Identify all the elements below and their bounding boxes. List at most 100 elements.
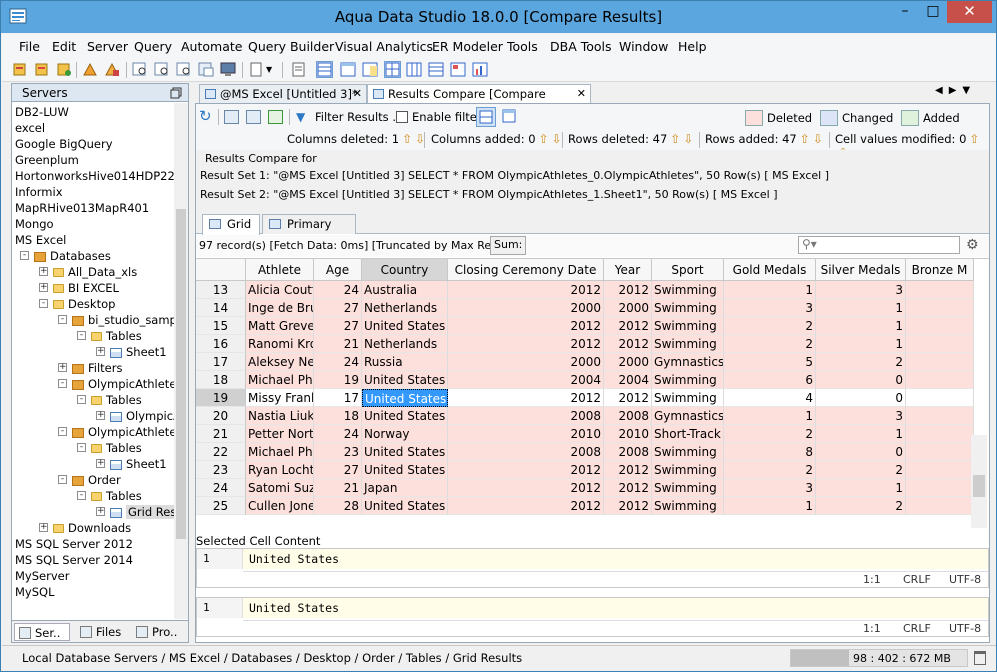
layout-detail-icon[interactable] [450, 61, 467, 78]
layout-horizontal-icon[interactable] [476, 107, 496, 127]
column-header[interactable]: Silver Medals [816, 259, 906, 281]
filter-icon[interactable]: ▼ [296, 110, 305, 124]
tree-scrollbar-thumb[interactable] [176, 209, 186, 539]
sum-button[interactable]: Sum: [490, 236, 527, 255]
cell-country[interactable]: Japan [362, 479, 448, 497]
cell-age[interactable]: 23 [314, 443, 362, 461]
cell-date[interactable]: 2000 [448, 299, 604, 317]
cell-silver[interactable]: 1 [816, 425, 906, 443]
cell-content-editor-2[interactable]: 1 United States 1:1 CRLF UTF-8 [196, 597, 989, 637]
cell-date[interactable]: 2012 [448, 389, 604, 407]
expand-icon[interactable]: + [39, 523, 48, 532]
close-button[interactable]: ✕ [947, 1, 992, 23]
script-icon[interactable] [290, 61, 307, 78]
tab-left-icon[interactable]: ◀ [935, 85, 949, 96]
arrow-down-icon[interactable]: ⇩ [552, 132, 562, 146]
cell-sport[interactable]: Swimming [652, 461, 724, 479]
cell-year[interactable]: 2012 [604, 389, 652, 407]
cell-bronze[interactable] [906, 497, 974, 515]
menu-er-modeler[interactable]: ER Modeler [432, 39, 503, 54]
cell-age[interactable]: 27 [314, 461, 362, 479]
minimize-button[interactable]: – [891, 1, 919, 23]
cell-bronze[interactable] [906, 371, 974, 389]
cell-gold[interactable]: 8 [724, 443, 816, 461]
cell-date[interactable]: 2004 [448, 371, 604, 389]
cell-year[interactable]: 2004 [604, 371, 652, 389]
menu-query-builder[interactable]: Query Builder [248, 39, 334, 54]
column-header[interactable]: Age [314, 259, 362, 281]
close-tab-icon[interactable]: ✕ [577, 85, 586, 103]
new-document-icon[interactable] [248, 61, 265, 78]
arrow-up-icon[interactable]: ⇧ [539, 132, 549, 146]
cell-gold[interactable]: 4 [724, 389, 816, 407]
cell-country[interactable]: United States [362, 497, 448, 515]
cell-silver[interactable]: 2 [816, 461, 906, 479]
new-server-icon[interactable] [12, 61, 29, 78]
cell-sport[interactable]: Swimming [652, 443, 724, 461]
cell-age[interactable]: 19 [314, 371, 362, 389]
tab-servers[interactable]: Ser.. [14, 623, 70, 641]
arrow-down-icon[interactable]: ⇩ [813, 132, 823, 146]
layout-columns-icon[interactable] [406, 61, 423, 78]
cell-bronze[interactable] [906, 407, 974, 425]
column-header[interactable]: Year [604, 259, 652, 281]
restore-panel-icon[interactable] [170, 87, 182, 99]
search-results-icon[interactable] [246, 110, 261, 124]
collapse-icon[interactable]: - [58, 315, 67, 324]
menu-query[interactable]: Query [134, 39, 172, 54]
cell-date[interactable]: 2012 [448, 497, 604, 515]
cell-sport[interactable]: Short-Track S [652, 425, 724, 443]
cell-age[interactable]: 21 [314, 479, 362, 497]
cell-bronze[interactable] [906, 425, 974, 443]
cell-date[interactable]: 2012 [448, 335, 604, 353]
collapse-icon[interactable]: - [77, 443, 86, 452]
arrow-down-icon[interactable]: ⇩ [683, 132, 693, 146]
tab-grid[interactable]: Grid [202, 214, 260, 235]
cell-gold[interactable]: 3 [724, 299, 816, 317]
cell-sport[interactable]: Swimming [652, 497, 724, 515]
cell-country[interactable]: Norway [362, 425, 448, 443]
cell-silver[interactable]: 2 [816, 497, 906, 515]
cell-silver[interactable]: 0 [816, 389, 906, 407]
cell-bronze[interactable] [906, 317, 974, 335]
maximize-button[interactable]: □ [919, 1, 947, 23]
cell-year[interactable]: 2012 [604, 281, 652, 299]
query-tool-icon[interactable] [82, 61, 99, 78]
arrow-up-icon[interactable]: ⇧ [800, 132, 810, 146]
collapse-icon[interactable]: - [58, 475, 67, 484]
grid-vertical-scrollbar[interactable] [971, 435, 987, 528]
collapse-icon[interactable]: - [77, 395, 86, 404]
cell-age[interactable]: 24 [314, 281, 362, 299]
cell-country[interactable]: United States [362, 407, 448, 425]
cell-year[interactable]: 2012 [604, 335, 652, 353]
cell-athlete[interactable]: Cullen Jones [246, 497, 314, 515]
cell-bronze[interactable] [906, 353, 974, 371]
cell-athlete[interactable]: Matt Grevers [246, 317, 314, 335]
cell-silver[interactable]: 1 [816, 317, 906, 335]
cell-age[interactable]: 21 [314, 335, 362, 353]
menu-file[interactable]: File [19, 39, 40, 54]
cell-sport[interactable]: Swimming [652, 371, 724, 389]
cell-year[interactable]: 2008 [604, 443, 652, 461]
find-table-icon[interactable] [154, 61, 171, 78]
execute-icon[interactable] [104, 61, 121, 78]
cell-year[interactable]: 2008 [604, 407, 652, 425]
cell-gold[interactable]: 2 [724, 317, 816, 335]
collapse-icon[interactable]: - [58, 427, 67, 436]
layout-table-icon[interactable] [384, 61, 401, 78]
cell-sport[interactable]: Swimming [652, 281, 724, 299]
menu-server[interactable]: Server [87, 39, 128, 54]
row-number-header[interactable] [196, 259, 246, 281]
tab-navigation[interactable]: ◀▶▼ [935, 85, 976, 96]
expand-icon[interactable]: + [58, 363, 67, 372]
server-tree[interactable]: DB2-LUW excel Google BigQuery Greenplum Hort… [12, 103, 174, 619]
cell-date[interactable]: 2000 [448, 353, 604, 371]
arrow-up-icon[interactable]: ⇧ [969, 132, 979, 146]
expand-icon[interactable]: + [96, 459, 105, 468]
cell-bronze[interactable] [906, 299, 974, 317]
collapse-icon[interactable]: - [77, 331, 86, 340]
cell-athlete[interactable]: Ranomi Kron [246, 335, 314, 353]
cell-silver[interactable]: 3 [816, 281, 906, 299]
save-icon[interactable] [224, 110, 239, 124]
schema-browser-icon[interactable] [198, 61, 215, 78]
